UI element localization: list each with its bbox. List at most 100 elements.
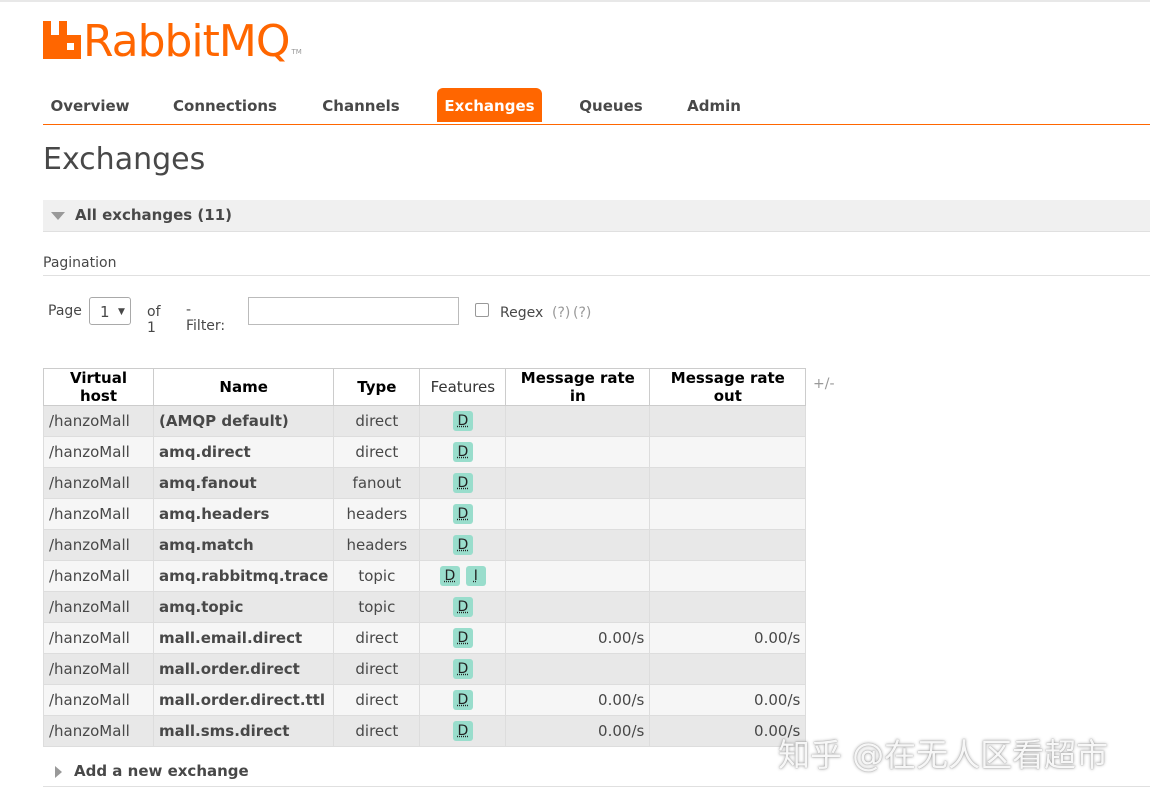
page-select[interactable]: 1 ▼	[89, 297, 131, 325]
exchange-name-link[interactable]: amq.headers	[152, 498, 335, 530]
rate-out-cell	[649, 591, 807, 623]
type-cell: direct	[333, 436, 421, 468]
type-cell: direct	[333, 405, 421, 437]
type-cell: direct	[333, 684, 421, 716]
rate-in-cell	[505, 653, 651, 685]
page-select-value: 1	[100, 303, 110, 321]
rate-in-cell: 0.00/s	[505, 622, 651, 654]
chevron-down-icon: ▼	[118, 307, 125, 317]
exchange-name-link[interactable]: amq.topic	[152, 591, 335, 623]
exchange-name-link[interactable]: mall.email.direct	[152, 622, 335, 654]
durable-badge: D	[452, 690, 473, 710]
column-header-message-rate-out[interactable]: Message rate out	[649, 368, 807, 406]
table-row: /hanzoMall mall.order.direct direct D	[43, 653, 807, 685]
type-cell: direct	[333, 622, 421, 654]
regex-help-link-2[interactable]: (?)	[573, 305, 591, 321]
column-header-features: Features	[419, 368, 507, 406]
rate-in-cell	[505, 529, 651, 561]
vhost-cell: /hanzoMall	[43, 436, 154, 468]
column-toggle-button[interactable]: +/-	[813, 376, 835, 392]
tab-overview[interactable]: Overview	[43, 88, 137, 122]
table-header-row: Virtual host Name Type Features Message …	[43, 368, 807, 406]
type-cell: direct	[333, 653, 421, 685]
type-cell: headers	[333, 498, 421, 530]
durable-badge: D	[452, 659, 473, 679]
vhost-cell: /hanzoMall	[43, 498, 154, 530]
column-header-name[interactable]: Name	[152, 368, 335, 406]
all-exchanges-label: All exchanges (11)	[75, 206, 232, 224]
vhost-cell: /hanzoMall	[43, 529, 154, 561]
page-label: Page	[48, 303, 82, 319]
table-row: /hanzoMall mall.email.direct direct D 0.…	[43, 622, 807, 654]
filter-label: - Filter:	[186, 302, 226, 334]
tab-connections[interactable]: Connections	[169, 88, 281, 122]
regex-checkbox[interactable]	[475, 303, 489, 317]
page-title: Exchanges	[43, 142, 206, 177]
table-row: /hanzoMall amq.fanout fanout D	[43, 467, 807, 499]
features-cell: D	[419, 684, 507, 716]
table-row: /hanzoMall amq.match headers D	[43, 529, 807, 561]
type-cell: fanout	[333, 467, 421, 499]
rabbit-logo-icon	[43, 21, 81, 59]
table-row: /hanzoMall mall.sms.direct direct D 0.00…	[43, 715, 807, 747]
tab-exchanges[interactable]: Exchanges	[437, 88, 542, 122]
durable-badge: D	[452, 504, 473, 524]
exchange-name-link[interactable]: amq.rabbitmq.trace	[152, 560, 335, 592]
rate-in-cell	[505, 591, 651, 623]
exchange-name-link[interactable]: mall.sms.direct	[152, 715, 335, 747]
exchange-name-link[interactable]: amq.fanout	[152, 467, 335, 499]
regex-help-link-1[interactable]: (?)	[552, 305, 570, 321]
exchange-name-link[interactable]: (AMQP default)	[152, 405, 335, 437]
type-cell: headers	[333, 529, 421, 561]
of-pages-label: of 1	[147, 304, 161, 336]
features-cell: D	[419, 436, 507, 468]
column-header-message-rate-in[interactable]: Message rate in	[505, 368, 651, 406]
all-exchanges-toggle[interactable]: All exchanges (11)	[43, 200, 1150, 232]
zhihu-watermark: 知乎 @在无人区看超市	[778, 736, 1109, 774]
logo-trademark: TM	[291, 48, 302, 56]
rate-in-cell: 0.00/s	[505, 715, 651, 747]
tab-queues[interactable]: Queues	[573, 88, 649, 122]
rate-out-cell	[649, 405, 807, 437]
table-row: /hanzoMall amq.topic topic D	[43, 591, 807, 623]
rate-out-cell: 0.00/s	[649, 622, 807, 654]
durable-badge: D	[439, 566, 460, 586]
table-row: /hanzoMall amq.headers headers D	[43, 498, 807, 530]
rate-out-cell	[649, 436, 807, 468]
rate-in-cell	[505, 498, 651, 530]
regex-label: Regex	[500, 305, 544, 321]
features-cell: D	[419, 622, 507, 654]
tab-channels[interactable]: Channels	[315, 88, 407, 122]
rabbitmq-logo[interactable]: RabbitMQ TM	[43, 14, 302, 64]
exchange-name-link[interactable]: amq.direct	[152, 436, 335, 468]
rate-out-cell	[649, 653, 807, 685]
logo-text: RabbitMQ	[83, 16, 290, 67]
column-header-virtual-host[interactable]: Virtual host	[43, 368, 154, 406]
exchange-name-link[interactable]: mall.order.direct	[152, 653, 335, 685]
durable-badge: D	[452, 442, 473, 462]
durable-badge: D	[452, 411, 473, 431]
rate-in-cell	[505, 405, 651, 437]
pagination-label: Pagination	[43, 255, 117, 271]
column-header-type[interactable]: Type	[333, 368, 421, 406]
rate-in-cell	[505, 560, 651, 592]
top-border	[0, 0, 1150, 2]
features-cell: DI	[419, 560, 507, 592]
vhost-cell: /hanzoMall	[43, 715, 154, 747]
exchange-name-link[interactable]: amq.match	[152, 529, 335, 561]
exchange-name-link[interactable]: mall.order.direct.ttl	[152, 684, 335, 716]
type-cell: direct	[333, 715, 421, 747]
durable-badge: D	[452, 535, 473, 555]
durable-badge: D	[452, 597, 473, 617]
vhost-cell: /hanzoMall	[43, 560, 154, 592]
features-cell: D	[419, 653, 507, 685]
rate-out-cell	[649, 560, 807, 592]
tab-admin[interactable]: Admin	[679, 88, 749, 122]
expand-triangle-icon	[55, 765, 62, 778]
features-cell: D	[419, 467, 507, 499]
filter-input[interactable]	[248, 297, 459, 325]
vhost-cell: /hanzoMall	[43, 684, 154, 716]
rate-in-cell	[505, 436, 651, 468]
durable-badge: D	[452, 628, 473, 648]
exchanges-table: Virtual host Name Type Features Message …	[43, 368, 807, 747]
